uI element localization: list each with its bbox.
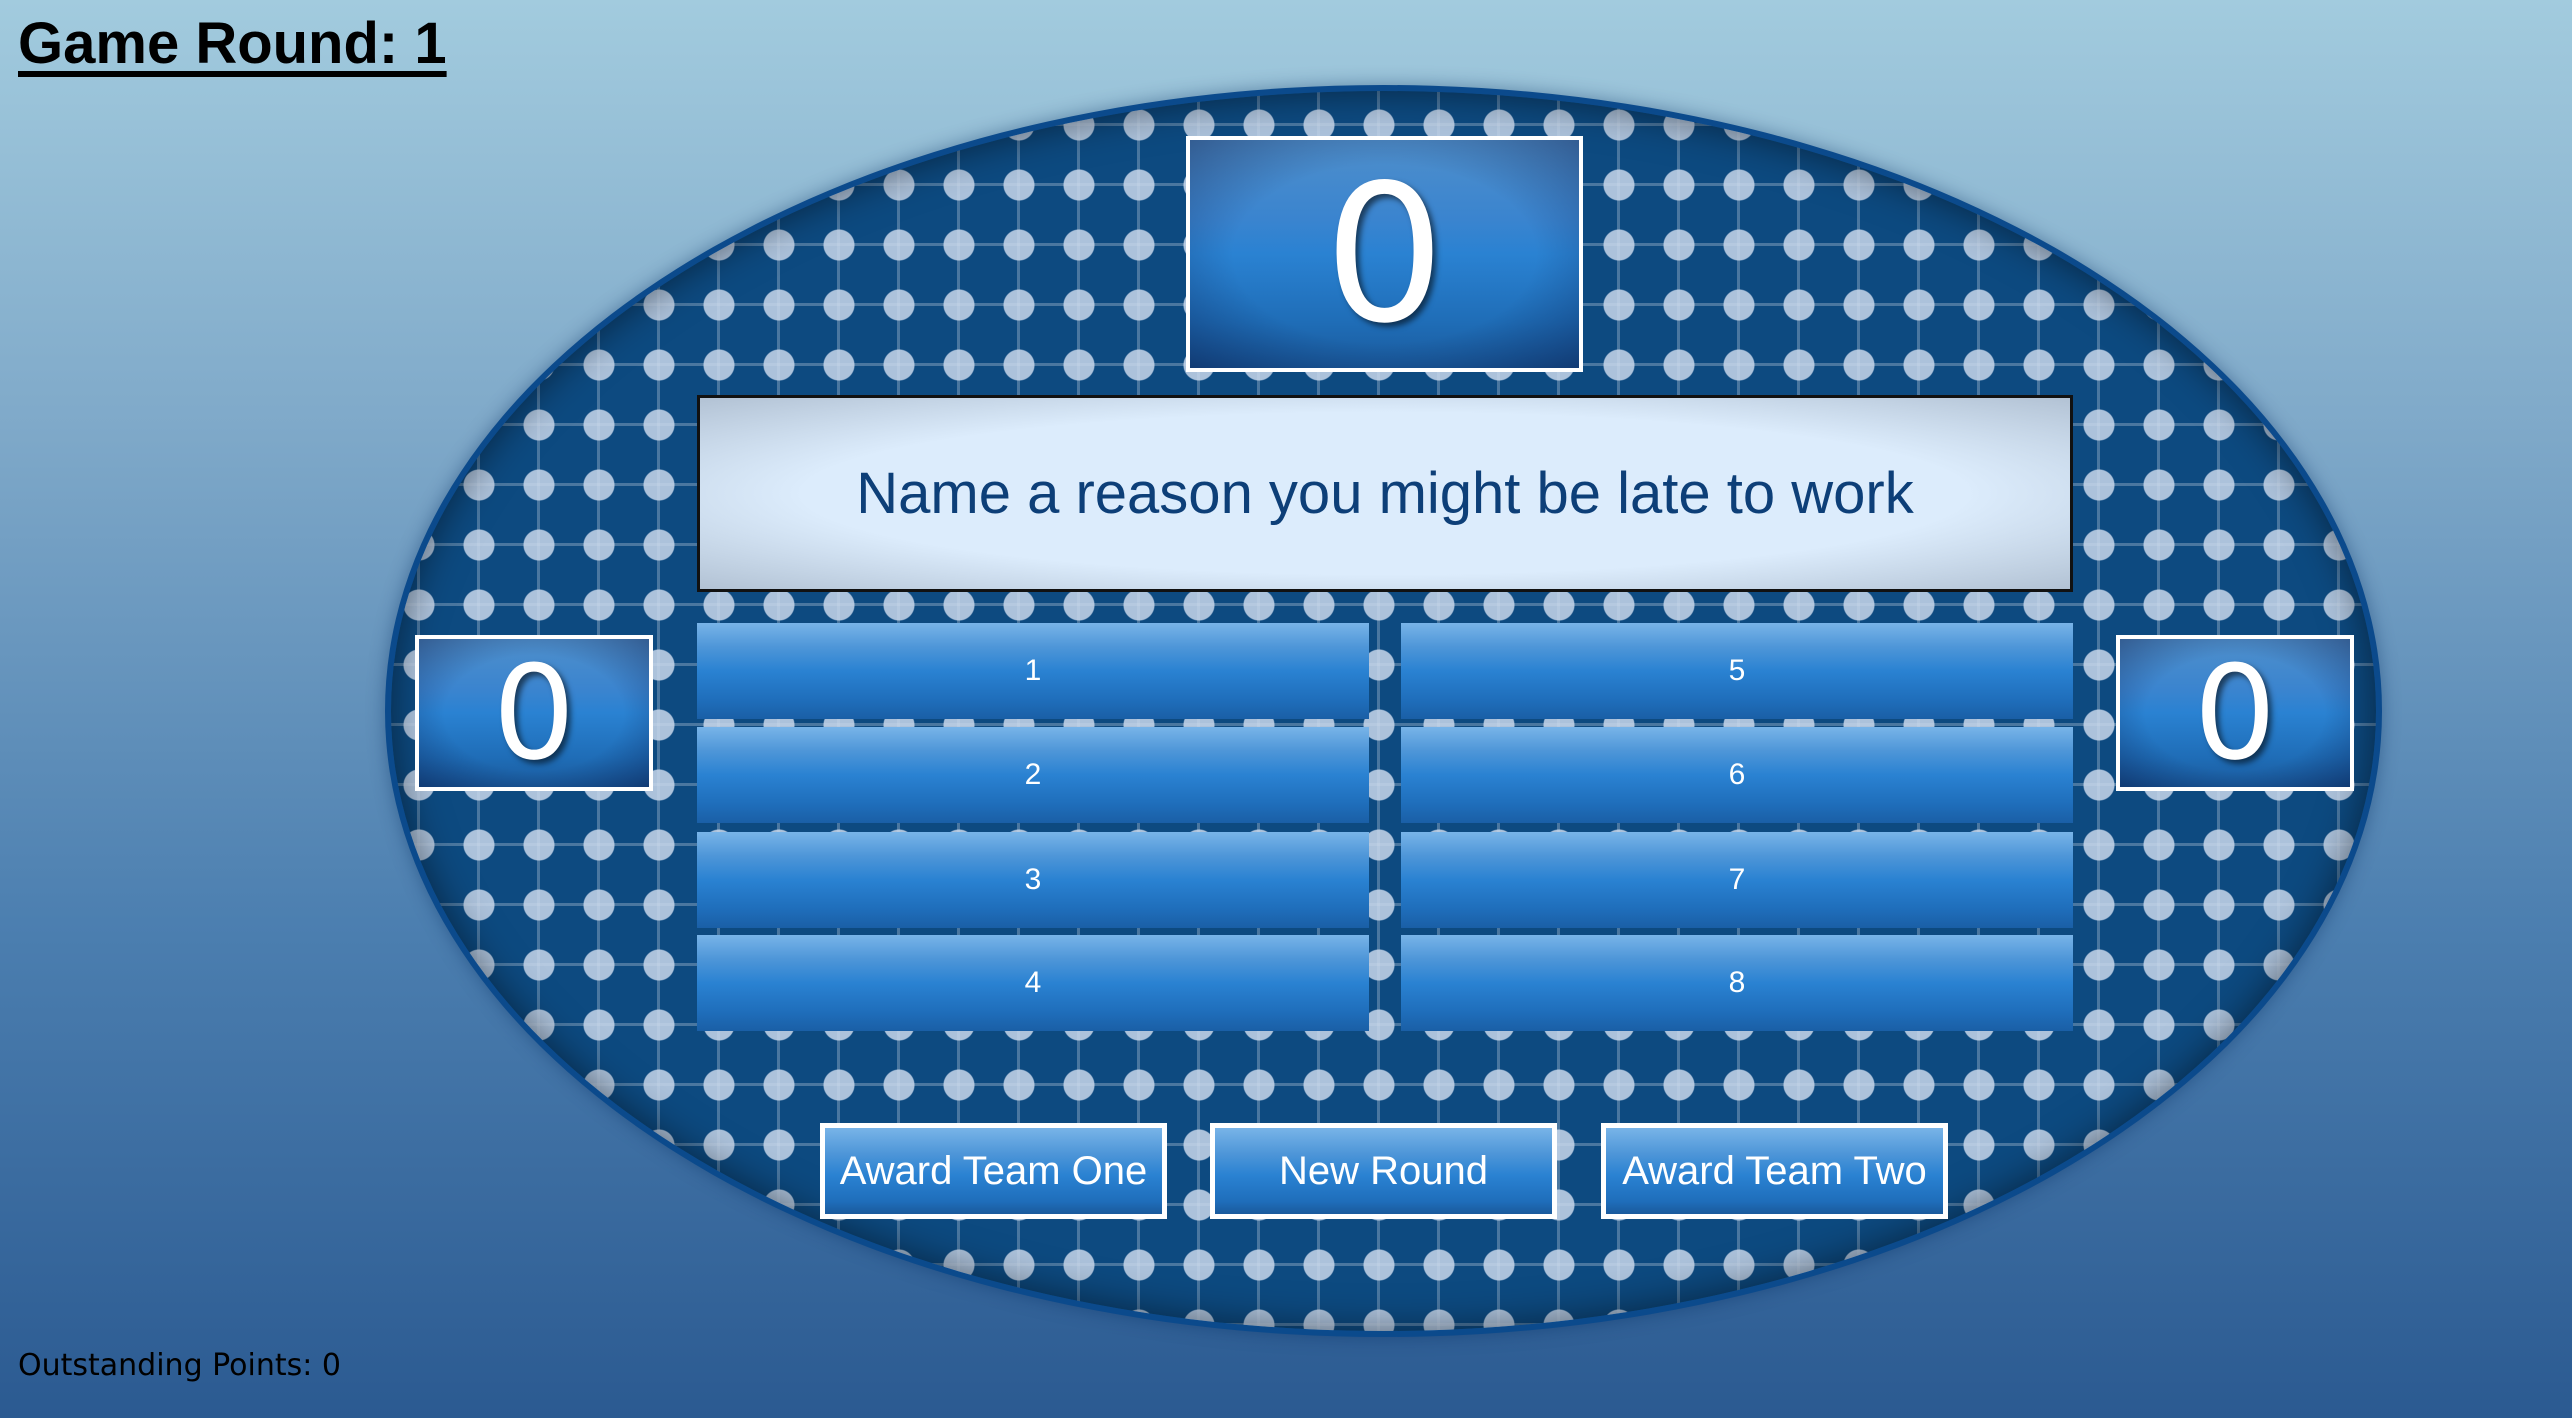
- new-round-button[interactable]: New Round: [1210, 1123, 1557, 1219]
- outstanding-points: Outstanding Points: 0: [18, 1348, 341, 1383]
- answer-label: 1: [1024, 654, 1042, 687]
- answer-label: 8: [1728, 966, 1746, 999]
- answer-tile-2[interactable]: 2: [697, 727, 1369, 823]
- award-team-two-button[interactable]: Award Team Two: [1601, 1123, 1948, 1219]
- answer-label: 5: [1728, 654, 1746, 687]
- answer-label: 7: [1728, 863, 1746, 896]
- answer-tile-8[interactable]: 8: [1401, 935, 2073, 1031]
- answer-tile-6[interactable]: 6: [1401, 727, 2073, 823]
- round-score: 0: [1186, 136, 1583, 372]
- team-two-score: 0: [2116, 635, 2354, 791]
- answer-label: 3: [1024, 863, 1042, 896]
- award-team-one-button[interactable]: Award Team One: [820, 1123, 1167, 1219]
- answer-label: 6: [1728, 758, 1746, 791]
- game-round-title: Game Round: 1: [18, 11, 447, 76]
- answer-tile-5[interactable]: 5: [1401, 623, 2073, 719]
- question-text: Name a reason you might be late to work: [856, 461, 1914, 526]
- answer-label: 2: [1024, 758, 1042, 791]
- answer-tile-7[interactable]: 7: [1401, 832, 2073, 928]
- answer-tile-4[interactable]: 4: [697, 935, 1369, 1031]
- answer-tile-1[interactable]: 1: [697, 623, 1369, 719]
- team-one-score: 0: [415, 635, 653, 791]
- answer-tile-3[interactable]: 3: [697, 832, 1369, 928]
- question-panel: Name a reason you might be late to work: [697, 395, 2073, 592]
- answer-label: 4: [1024, 966, 1042, 999]
